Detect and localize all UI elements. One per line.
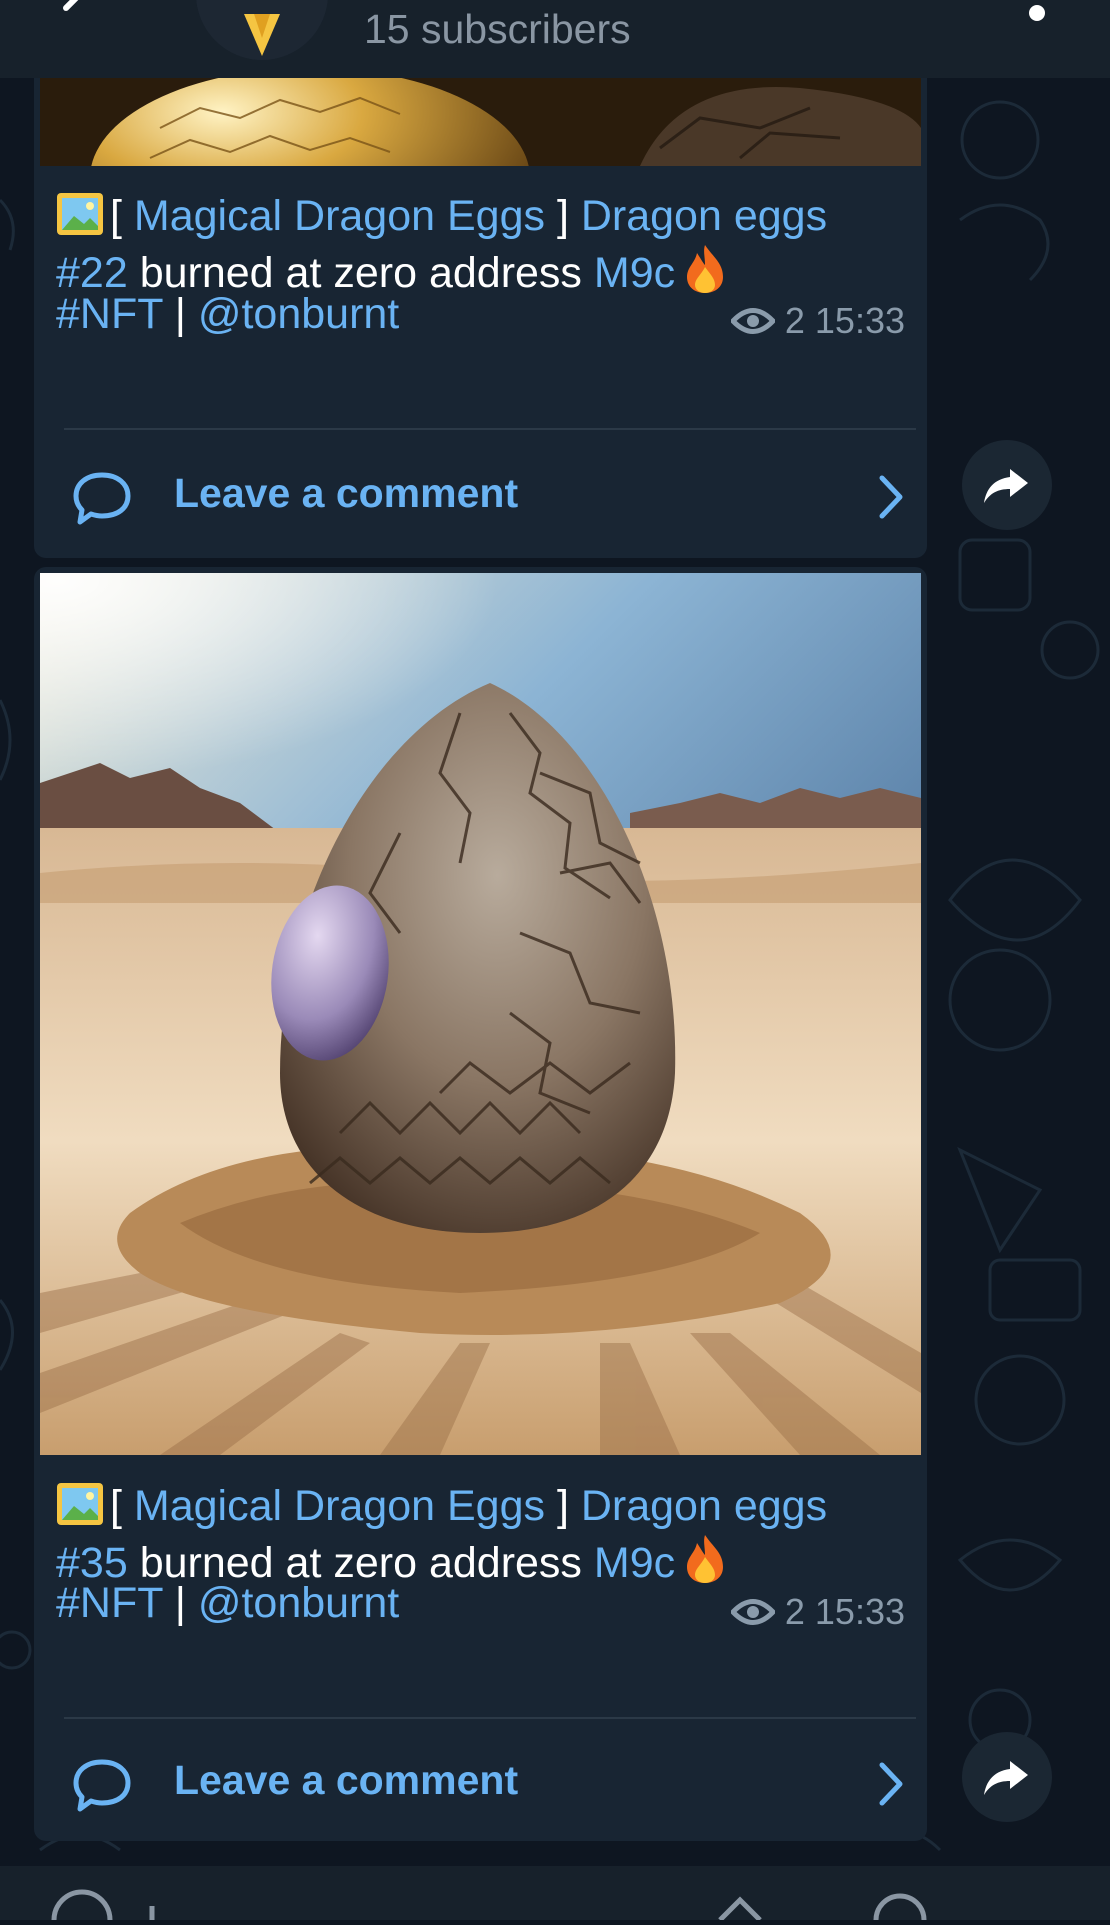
share-button[interactable] <box>962 1732 1052 1822</box>
leave-comment-button[interactable]: Leave a comment <box>34 440 927 550</box>
post-time: 15:33 <box>814 1591 905 1632</box>
comment-bubble-icon <box>73 1759 131 1812</box>
leave-comment-button[interactable]: Leave a comment <box>34 1727 927 1837</box>
hashtag-nft[interactable]: #NFT <box>56 290 163 338</box>
fire-emoji-icon <box>687 245 724 293</box>
channel-header: 15 subscribers <box>0 0 1110 78</box>
leave-comment-label: Leave a comment <box>174 1757 519 1803</box>
comment-bubble-icon <box>73 472 131 525</box>
post-tags: #NFT | @tonburnt <box>56 290 400 338</box>
picture-emoji-icon <box>57 193 103 235</box>
picture-emoji-icon <box>57 1483 103 1525</box>
address-link[interactable]: M9c <box>594 1539 675 1587</box>
chevron-right-icon <box>879 1762 903 1806</box>
share-button[interactable] <box>962 440 1052 530</box>
mention-link[interactable]: @tonburnt <box>198 290 399 338</box>
mic-icon[interactable] <box>873 1893 927 1925</box>
post-time: 15:33 <box>814 300 905 341</box>
post-image[interactable] <box>40 573 921 1455</box>
more-dots-icon[interactable] <box>1026 2 1048 24</box>
post-image[interactable] <box>40 68 921 166</box>
leave-comment-label: Leave a comment <box>174 470 519 516</box>
collection-link[interactable]: Magical Dragon Eggs <box>134 1482 545 1530</box>
mention-link[interactable]: @tonburnt <box>198 1579 399 1627</box>
address-link[interactable]: M9c <box>594 249 675 297</box>
views-count: 2 <box>784 1591 805 1632</box>
collection-link[interactable]: Magical Dragon Eggs <box>134 192 545 240</box>
views-eye-icon <box>730 308 775 334</box>
share-arrow-icon <box>984 1761 1028 1795</box>
post-meta: 2 15:33 <box>730 1591 905 1633</box>
share-arrow-icon <box>984 469 1028 503</box>
emoji-icon[interactable] <box>51 1889 113 1925</box>
hashtag-nft[interactable]: #NFT <box>56 1579 163 1627</box>
subscriber-count: 15 subscribers <box>364 6 631 52</box>
divider <box>64 1717 916 1719</box>
chevron-right-icon <box>879 475 903 519</box>
title-link[interactable]: Dragon eggs <box>581 192 827 240</box>
views-eye-icon <box>730 1599 775 1625</box>
notification-icon[interactable] <box>718 1896 762 1922</box>
post-caption: [ Magical Dragon Eggs ] Dragon eggs #35 b… <box>56 1482 828 1587</box>
channel-avatar[interactable] <box>196 0 328 60</box>
views-count: 2 <box>784 300 805 341</box>
bottom-input-bar <box>0 1866 1110 1925</box>
post-caption: [ Magical Dragon Eggs ] Dragon eggs #22 b… <box>56 192 828 297</box>
post-meta: 2 15:33 <box>730 300 905 342</box>
fire-emoji-icon <box>687 1535 724 1583</box>
channel-post: [ Magical Dragon Eggs ] Dragon eggs #35 b… <box>34 567 927 1841</box>
title-link[interactable]: Dragon eggs <box>581 1482 827 1530</box>
post-tags: #NFT | @tonburnt <box>56 1579 400 1627</box>
divider <box>64 428 916 430</box>
back-arrow-icon[interactable] <box>48 0 108 36</box>
channel-post: [ Magical Dragon Eggs ] Dragon eggs #22 b… <box>34 60 927 558</box>
